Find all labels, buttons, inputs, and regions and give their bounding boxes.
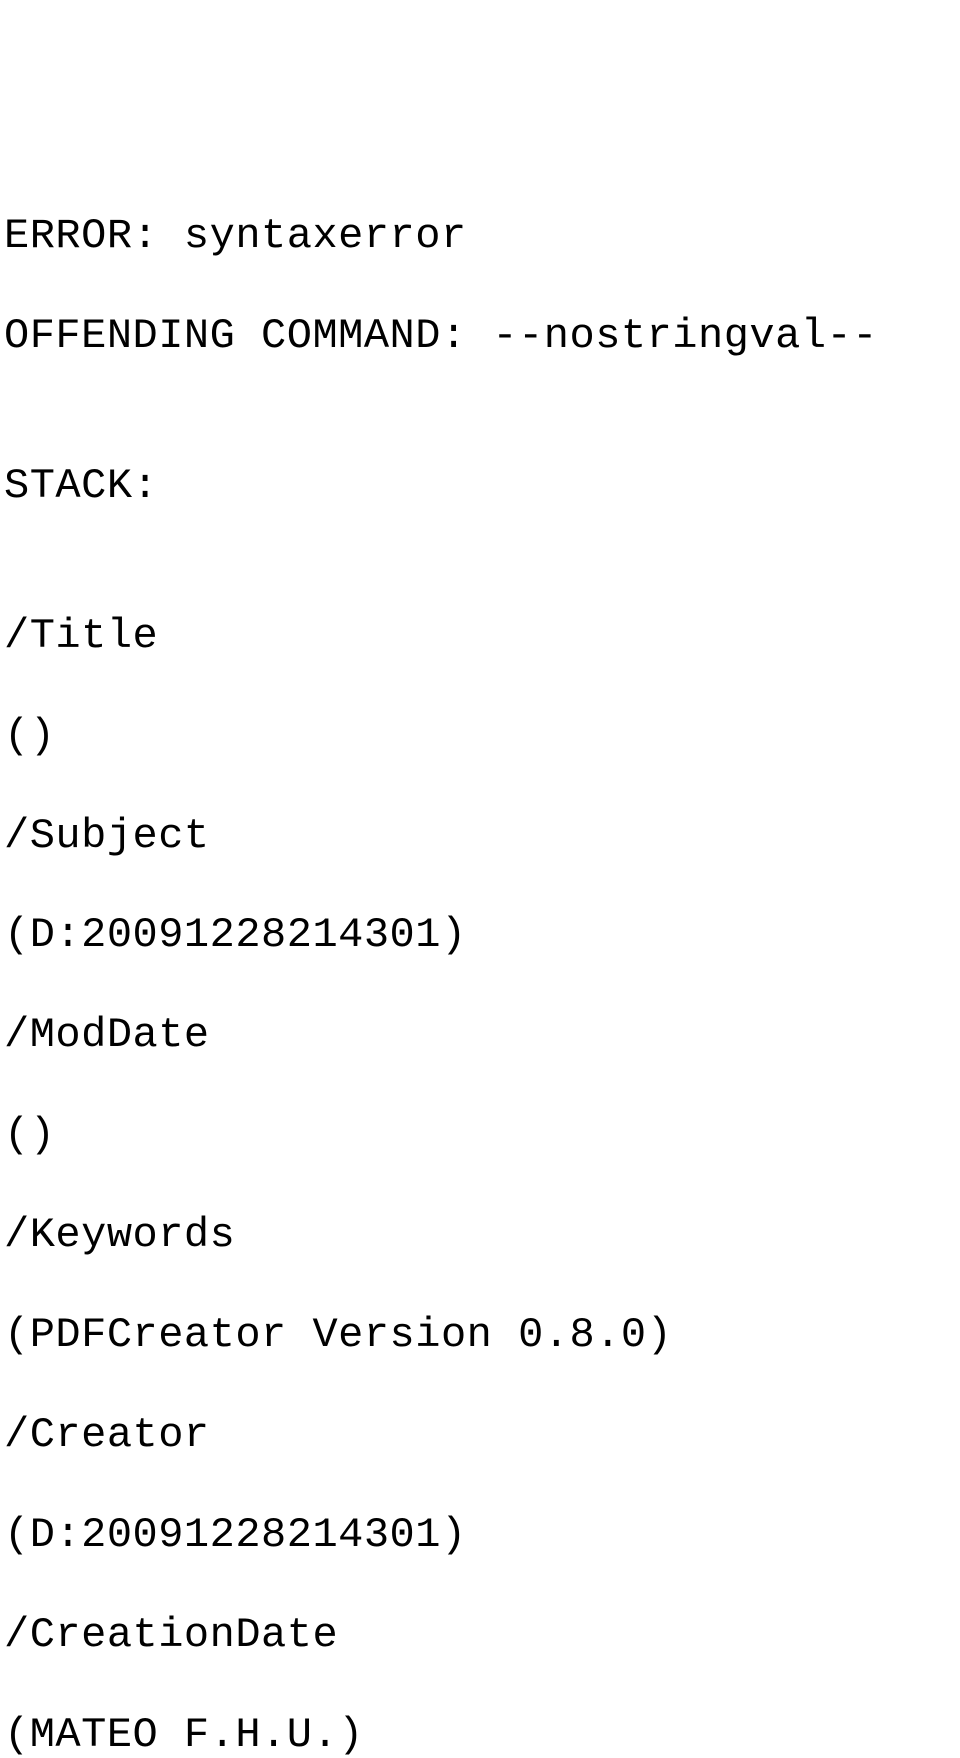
error-line: ERROR: syntaxerror xyxy=(4,212,960,262)
keywords-value-line: (PDFCreator Version 0.8.0) xyxy=(4,1311,960,1361)
moddate-value-line: () xyxy=(4,1111,960,1161)
stack-header-line: STACK: xyxy=(4,462,960,512)
title-key-line: /Title xyxy=(4,612,960,662)
offending-command-line: OFFENDING COMMAND: --nostringval-- xyxy=(4,312,960,362)
creationdate-key-line: /CreationDate xyxy=(4,1611,960,1661)
keywords-key-line: /Keywords xyxy=(4,1211,960,1261)
title-value-line: () xyxy=(4,712,960,762)
subject-value-line: (D:20091228214301) xyxy=(4,911,960,961)
creator-key-line: /Creator xyxy=(4,1411,960,1461)
subject-key-line: /Subject xyxy=(4,812,960,862)
creator-value-line: (D:20091228214301) xyxy=(4,1511,960,1561)
creationdate-value-line: (MATEO F.H.U.) xyxy=(4,1711,960,1758)
moddate-key-line: /ModDate xyxy=(4,1011,960,1061)
